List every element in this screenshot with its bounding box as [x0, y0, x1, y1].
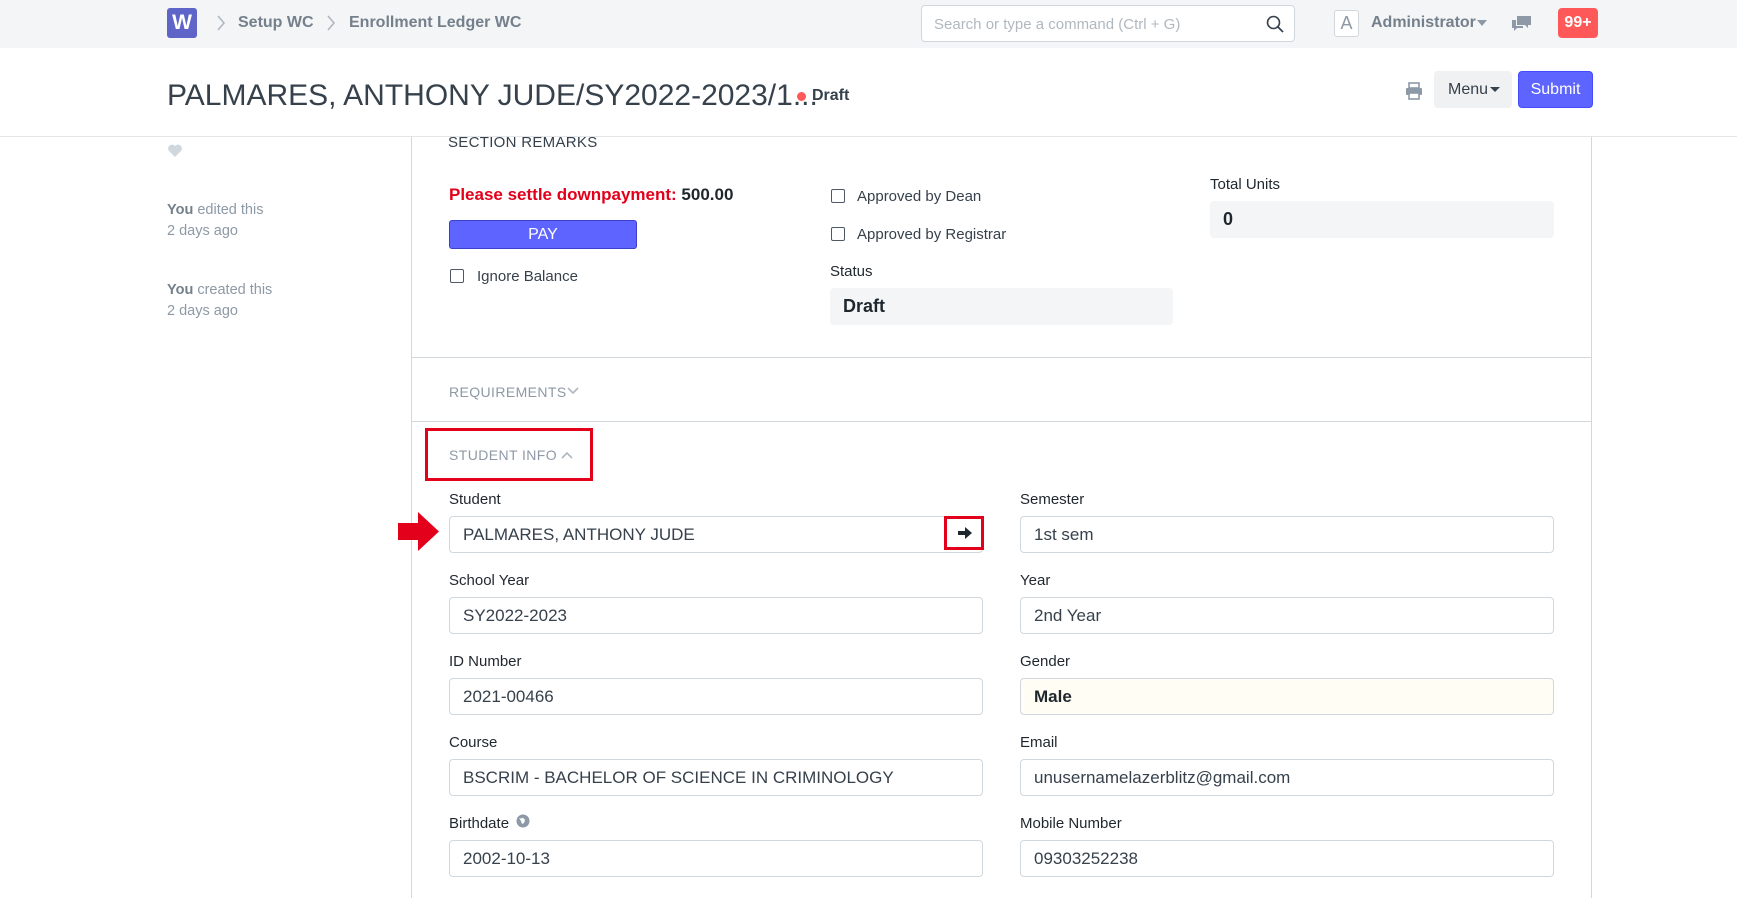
year-label: Year [1020, 572, 1051, 589]
school-year-field[interactable]: SY2022-2023 [449, 597, 983, 634]
menu-button[interactable]: Menu [1434, 71, 1512, 108]
menu-button-label: Menu [1448, 81, 1489, 98]
chevron-right-icon [327, 15, 336, 31]
section-requirements[interactable]: REQUIREMENTS [449, 384, 567, 400]
birthdate-label: Birthdate [449, 815, 510, 832]
section-divider [412, 421, 1591, 422]
mobile-number-label: Mobile Number [1020, 815, 1122, 832]
course-field[interactable]: BSCRIM - BACHELOR OF SCIENCE IN CRIMINOL… [449, 759, 983, 796]
chevron-down-icon [567, 387, 579, 395]
caret-down-icon [1477, 20, 1487, 26]
print-icon[interactable] [1404, 81, 1424, 101]
breadcrumb-enrollment-ledger[interactable]: Enrollment Ledger WC [349, 14, 521, 32]
student-field[interactable]: PALMARES, ANTHONY JUDE [449, 516, 983, 553]
page-title: PALMARES, ANTHONY JUDE/SY2022-2023/1... [167, 79, 818, 112]
email-field[interactable]: unusernamelazerblitz@gmail.com [1020, 759, 1554, 796]
arrow-right-icon [398, 512, 439, 551]
school-year-label: School Year [449, 572, 530, 589]
breadcrumb-setup-wc[interactable]: Setup WC [238, 14, 314, 32]
approved-registrar-checkbox[interactable] [831, 227, 845, 241]
page-head: PALMARES, ANTHONY JUDE/SY2022-2023/1... … [0, 48, 1737, 137]
open-student-link-button[interactable] [944, 516, 984, 550]
globe-icon [516, 814, 530, 828]
id-number-label: ID Number [449, 653, 522, 670]
user-menu[interactable]: Administrator [1371, 14, 1476, 32]
birthdate-field[interactable]: 2002-10-13 [449, 840, 983, 877]
approved-registrar-label: Approved by Registrar [857, 226, 1007, 243]
search-placeholder: Search or type a command (Ctrl + G) [934, 16, 1181, 33]
timeline-item: You edited this 2 days ago [167, 200, 263, 242]
avatar[interactable]: A [1334, 10, 1359, 37]
approved-dean-label: Approved by Dean [857, 188, 982, 205]
caret-down-icon [1490, 87, 1500, 92]
chevron-right-icon [217, 15, 226, 31]
total-units-value: 0 [1210, 201, 1554, 238]
chat-icon[interactable] [1511, 14, 1533, 34]
ignore-balance-label: Ignore Balance [477, 268, 578, 285]
semester-field[interactable]: 1st sem [1020, 516, 1554, 553]
timeline-actor: You [167, 202, 194, 218]
section-student-info[interactable]: STUDENT INFO [449, 447, 557, 463]
search-input[interactable]: Search or type a command (Ctrl + G) [921, 5, 1295, 42]
email-label: Email [1020, 734, 1058, 751]
status-label: Status [830, 263, 873, 280]
section-divider [412, 357, 1591, 358]
gender-label: Gender [1020, 653, 1071, 670]
app-logo[interactable]: W [167, 8, 197, 38]
arrow-right-icon [958, 527, 972, 539]
semester-label: Semester [1020, 491, 1085, 508]
section-requirements-label: REQUIREMENTS [449, 384, 567, 400]
timeline-actor: You [167, 282, 194, 298]
timeline-action: edited this [193, 202, 264, 218]
ignore-balance-checkbox[interactable] [450, 269, 464, 283]
timeline-time: 2 days ago [167, 223, 238, 239]
mobile-number-field[interactable]: 09303252238 [1020, 840, 1554, 877]
chevron-up-icon [561, 451, 573, 459]
search-icon [1266, 15, 1284, 33]
id-number-field[interactable]: 2021-00466 [449, 678, 983, 715]
notification-badge[interactable]: 99+ [1558, 8, 1598, 38]
course-label: Course [449, 734, 498, 751]
timeline-time: 2 days ago [167, 303, 238, 319]
section-remarks-heading: SECTION REMARKS [448, 134, 598, 151]
gender-field[interactable]: Male [1020, 678, 1554, 715]
downpayment-text: Please settle downpayment: [449, 185, 677, 204]
downpayment-notice: Please settle downpayment: 500.00 [449, 185, 733, 205]
downpayment-amount: 500.00 [681, 185, 734, 204]
student-label: Student [449, 491, 501, 508]
navbar: W Setup WC Enrollment Ledger WC Search o… [0, 0, 1737, 48]
timeline-item: You created this 2 days ago [167, 280, 272, 322]
section-student-info-label: STUDENT INFO [449, 447, 557, 463]
heart-icon[interactable] [167, 143, 183, 158]
approved-dean-checkbox[interactable] [831, 189, 845, 203]
status-badge: Draft [812, 87, 850, 104]
year-field[interactable]: 2nd Year [1020, 597, 1554, 634]
pay-button[interactable]: PAY [449, 220, 637, 249]
timeline-action: created this [193, 282, 273, 298]
status-indicator-icon [797, 92, 806, 101]
submit-button[interactable]: Submit [1518, 71, 1593, 108]
status-value: Draft [830, 288, 1173, 325]
total-units-label: Total Units [1210, 176, 1281, 193]
